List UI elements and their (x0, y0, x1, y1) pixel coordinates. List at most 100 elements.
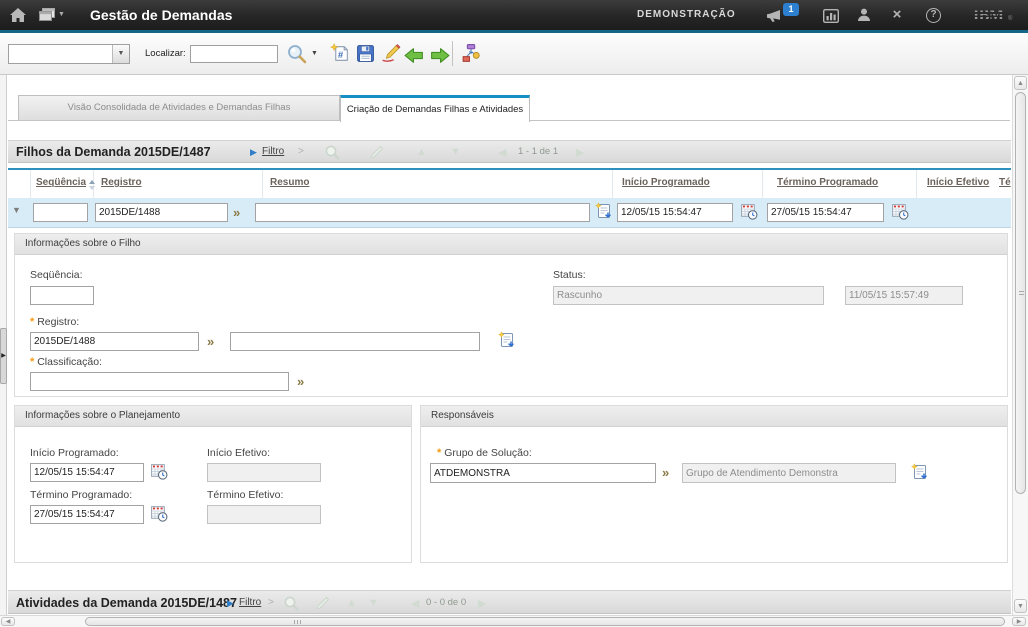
windows-menu-caret-icon[interactable]: ▼ (58, 11, 65, 18)
registro-input[interactable] (30, 332, 199, 351)
filho-info-title: Informações sobre o Filho (15, 234, 1007, 255)
column-header-termino-programado[interactable]: Término Programado (777, 177, 878, 188)
grupo-solucao-label-text: Grupo de Solução: (444, 447, 532, 459)
scroll-left-icon[interactable]: ◀ (1, 617, 15, 626)
notification-badge: 1 (783, 3, 799, 16)
toolbar: ▼ Localizar: ▼ (0, 33, 1028, 75)
ibm-logo: IBM (973, 7, 1004, 25)
column-header-resumo[interactable]: Resumo (270, 177, 309, 188)
filtro-link[interactable]: Filtro (262, 146, 284, 157)
classificacao-lookup-icon[interactable]: » (297, 372, 304, 391)
column-header-registro[interactable]: Registro (101, 177, 142, 188)
horizontal-scrollbar[interactable]: ◀ ▶ (0, 615, 1028, 627)
localizar-label: Localizar: (145, 48, 186, 59)
home-icon[interactable] (9, 6, 27, 24)
row-resumo-input[interactable] (255, 203, 590, 222)
help-icon[interactable]: ? (926, 8, 941, 23)
scroll-right-icon[interactable]: ▶ (1012, 617, 1026, 626)
classificacao-input[interactable] (30, 372, 289, 391)
grupo-nome-input (682, 463, 896, 483)
grupo-long-description-icon[interactable] (911, 463, 929, 481)
horizontal-scrollbar-thumb[interactable] (85, 617, 1005, 626)
splitter-grip[interactable]: ▶ (0, 328, 7, 384)
column-header-termino-efetivo[interactable]: Té (999, 177, 1011, 188)
search-icon[interactable] (286, 43, 308, 65)
record-combobox[interactable]: ▼ (8, 44, 130, 64)
grupo-solucao-lookup-icon[interactable]: » (662, 463, 669, 482)
move-up-ghost-icon: ▲ (346, 597, 357, 609)
tab-visao-consolidada[interactable]: Visão Consolidada de Atividades e Demand… (18, 95, 340, 121)
row-termino-calendar-icon[interactable] (891, 202, 909, 220)
required-icon: * (30, 316, 34, 328)
new-record-icon[interactable] (330, 43, 351, 64)
scroll-up-icon[interactable]: ▲ (1014, 76, 1027, 90)
atividades-section-bar: Atividades da Demanda 2015DE/1487 ▶ Filt… (8, 590, 1011, 614)
save-icon[interactable] (355, 43, 376, 64)
next-page-ghost-icon: ▶ (576, 146, 584, 159)
inicio-programado-input[interactable] (30, 463, 144, 482)
filtro-expand-chevron[interactable]: > (268, 597, 274, 608)
search-options-caret-icon[interactable]: ▼ (311, 50, 318, 57)
environment-label: DEMONSTRAÇÃO (637, 9, 736, 20)
row-sequencia-input[interactable] (33, 203, 88, 222)
tab-criacao-demandas[interactable]: Criação de Demandas Filhas e Atividades (340, 95, 530, 122)
termino-programado-calendar-icon[interactable] (150, 504, 168, 522)
row-inicio-programado-input[interactable] (617, 203, 733, 222)
row-registro-input[interactable] (95, 203, 228, 222)
search-ghost-icon (283, 595, 300, 612)
windows-stack-icon[interactable] (38, 6, 56, 24)
inicio-programado-calendar-icon[interactable] (150, 462, 168, 480)
status-date-input (845, 286, 963, 305)
planejamento-group: Informações sobre o Planejamento (14, 405, 412, 563)
row-long-description-icon[interactable] (595, 202, 613, 220)
row-termino-programado-input[interactable] (767, 203, 884, 222)
termino-programado-input[interactable] (30, 505, 144, 524)
next-page-ghost-icon: ▶ (478, 597, 486, 610)
vertical-scrollbar[interactable]: ▲ ▼ (1012, 75, 1028, 615)
termino-efetivo-input (207, 505, 321, 524)
previous-record-icon[interactable] (404, 45, 425, 66)
row-inicio-calendar-icon[interactable] (740, 202, 758, 220)
registro-label-text: Registro: (37, 316, 79, 328)
app-header: ▼ Gestão de Demandas DEMONSTRAÇÃO 1 × ? … (0, 0, 1028, 30)
reports-chart-icon[interactable] (822, 7, 840, 25)
combobox-caret-icon[interactable]: ▼ (112, 45, 129, 63)
edit-ghost-icon (368, 144, 385, 161)
scroll-down-icon[interactable]: ▼ (1014, 599, 1027, 613)
expand-row-icon[interactable]: ▼ (12, 205, 21, 215)
grupo-solucao-input[interactable] (430, 463, 656, 483)
filhos-section-bar: Filhos da Demanda 2015DE/1487 ▶ Filtro >… (8, 140, 1011, 163)
registro-lookup-icon[interactable]: » (207, 332, 214, 351)
prev-page-ghost-icon: ◀ (411, 597, 419, 610)
inicio-efetivo-input (207, 463, 321, 482)
tab-label: Visão Consolidada de Atividades e Demand… (68, 102, 291, 113)
column-header-inicio-efetivo[interactable]: Início Efetivo (927, 177, 989, 188)
localizar-input[interactable] (190, 45, 278, 63)
column-header-inicio-programado[interactable]: Início Programado (622, 177, 710, 188)
registro-long-description-icon[interactable] (498, 331, 516, 349)
registro-desc-input[interactable] (230, 332, 480, 351)
filtro-expand-chevron[interactable]: > (298, 146, 304, 157)
announcements-icon[interactable] (765, 7, 783, 25)
workflow-icon[interactable] (460, 43, 481, 64)
close-icon[interactable]: × (888, 6, 906, 24)
inicio-efetivo-label: Início Efetivo: (207, 447, 270, 459)
vertical-scrollbar-thumb[interactable] (1015, 92, 1026, 494)
table-header-accent (8, 168, 1011, 170)
sort-icon[interactable] (88, 179, 96, 191)
classificacao-label: * Classificação: (30, 356, 102, 368)
termino-efetivo-label: Término Efetivo: (207, 489, 283, 501)
responsaveis-group: Responsáveis (420, 405, 1008, 563)
move-down-ghost-icon: ▼ (450, 146, 461, 158)
profile-icon[interactable] (856, 7, 872, 23)
atividades-filtro-link[interactable]: Filtro (239, 597, 261, 608)
classificacao-label-text: Classificação: (37, 356, 102, 368)
clear-changes-icon[interactable] (380, 43, 401, 64)
sequencia-input[interactable] (30, 286, 94, 305)
edit-ghost-icon (314, 595, 331, 612)
row-registro-lookup-icon[interactable]: » (233, 203, 240, 222)
column-header-sequencia[interactable]: Seqüência (36, 177, 86, 188)
filtro-play-icon[interactable]: ▶ (227, 598, 234, 609)
next-record-icon[interactable] (429, 45, 450, 66)
filtro-play-icon[interactable]: ▶ (250, 147, 257, 158)
